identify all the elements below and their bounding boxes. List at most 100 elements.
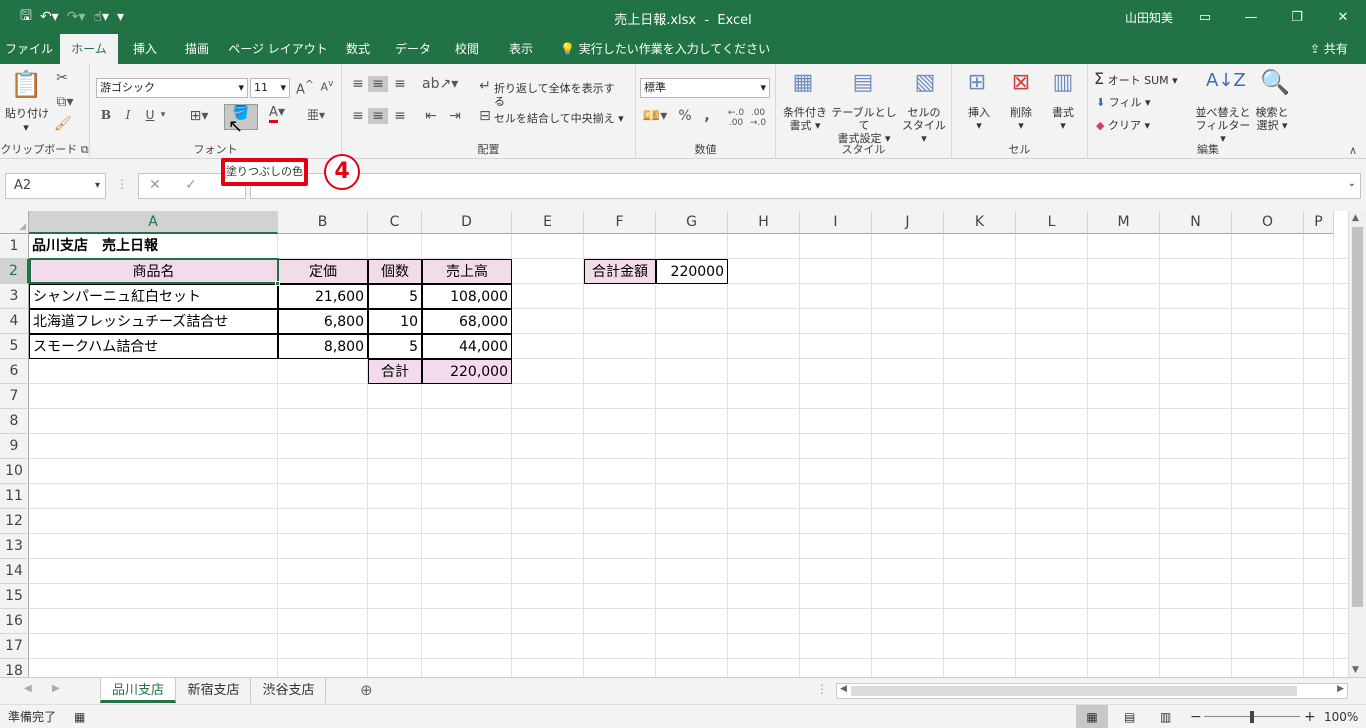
increase-decimal-icon[interactable]: ←.0.00 — [726, 108, 746, 128]
align-right-icon[interactable]: ≡ — [390, 108, 410, 124]
font-size-select[interactable]: 11 ▾ — [250, 78, 290, 98]
tab-view[interactable]: 表示 — [498, 34, 544, 64]
tab-split-grip-icon[interactable]: ⋮ — [816, 682, 828, 696]
row-header-12[interactable]: 12 — [0, 509, 29, 534]
row-header-15[interactable]: 15 — [0, 584, 29, 609]
tab-data[interactable]: データ — [388, 34, 438, 64]
tab-home[interactable]: ホーム — [60, 34, 118, 64]
column-header-n[interactable]: N — [1160, 211, 1232, 234]
bold-button[interactable]: B — [98, 108, 114, 122]
row-header-8[interactable]: 8 — [0, 409, 29, 434]
row-header-6[interactable]: 6 — [0, 359, 29, 384]
cell-styles-button[interactable]: セルの スタイル ▾ — [898, 106, 950, 145]
column-header-h[interactable]: H — [728, 211, 800, 234]
column-header-g[interactable]: G — [656, 211, 728, 234]
decrease-font-icon[interactable]: Av — [317, 78, 337, 94]
user-name[interactable]: 山田知美 — [1125, 9, 1173, 26]
align-center-icon[interactable]: ≡ — [368, 108, 388, 124]
page-break-view-icon[interactable]: ▥ — [1160, 705, 1171, 728]
column-header-i[interactable]: I — [800, 211, 872, 234]
sort-filter-button[interactable]: 並べ替えと フィルター ▾ — [1192, 106, 1254, 145]
find-select-button[interactable]: 検索と 選択 ▾ — [1252, 106, 1292, 132]
enter-icon[interactable]: ✓ — [185, 177, 197, 193]
next-sheet-icon[interactable]: ▶ — [52, 683, 60, 694]
cell-f2[interactable]: 合計金額 — [584, 259, 656, 284]
h-scroll-thumb[interactable] — [851, 686, 1297, 696]
row-header-18[interactable]: 18 — [0, 659, 29, 677]
cell-a1[interactable]: 品川支店 売上日報 — [29, 234, 278, 259]
cell-a4[interactable]: 北海道フレッシュチーズ詰合せ — [29, 309, 278, 334]
increase-font-icon[interactable]: A^ — [295, 78, 315, 97]
format-painter-icon[interactable]: 🖌 — [54, 116, 72, 132]
tell-me-box[interactable]: 💡 実行したい作業を入力してください — [560, 34, 770, 64]
accounting-format-icon[interactable]: 💴▾ — [640, 108, 670, 124]
conditional-format-button[interactable]: 条件付き 書式 ▾ — [778, 106, 832, 132]
cell-c4[interactable]: 10 — [368, 309, 422, 334]
sheet-tab-shibuya[interactable]: 渋谷支店 — [252, 678, 326, 703]
sheet-tab-shinjuku[interactable]: 新宿支店 — [177, 678, 251, 703]
row-header-10[interactable]: 10 — [0, 459, 29, 484]
copy-icon[interactable]: ⧉▾ — [54, 94, 76, 110]
align-bottom-icon[interactable]: ≡ — [390, 76, 410, 92]
column-header-a[interactable]: A — [29, 211, 278, 234]
cell-c2[interactable]: 個数 — [368, 259, 422, 284]
normal-view-icon[interactable]: ▦ — [1076, 705, 1108, 728]
row-header-7[interactable]: 7 — [0, 384, 29, 409]
cell-g2[interactable]: 220000 — [656, 259, 728, 284]
restore-icon[interactable]: ❐ — [1274, 0, 1320, 34]
insert-cells-button[interactable]: 挿入 ▾ — [962, 106, 996, 132]
vertical-scrollbar[interactable]: ▲ ▼ — [1348, 211, 1366, 677]
cell-d4[interactable]: 68,000 — [422, 309, 512, 334]
cell-c3[interactable]: 5 — [368, 284, 422, 309]
percent-button[interactable]: % — [676, 108, 694, 124]
cell-d2[interactable]: 売上高 — [422, 259, 512, 284]
clear-button[interactable]: ◆ クリア ▾ — [1096, 119, 1176, 132]
horizontal-scrollbar[interactable]: ◀ ▶ — [836, 683, 1348, 699]
merge-icon[interactable]: ⊟ — [476, 108, 494, 124]
increase-indent-icon[interactable]: ⇥ — [444, 108, 466, 124]
cut-icon[interactable]: ✂ — [54, 70, 70, 86]
delete-cells-button[interactable]: 削除 ▾ — [1004, 106, 1038, 132]
scroll-right-icon[interactable]: ▶ — [1337, 684, 1344, 694]
row-header-9[interactable]: 9 — [0, 434, 29, 459]
comma-button[interactable]: , — [698, 108, 716, 124]
zoom-slider-thumb[interactable] — [1250, 711, 1254, 723]
row-header-2[interactable]: 2 — [0, 259, 29, 284]
tab-formulas[interactable]: 数式 — [336, 34, 380, 64]
cell-b3[interactable]: 21,600 — [278, 284, 368, 309]
row-header-3[interactable]: 3 — [0, 284, 29, 309]
wrap-text-button[interactable]: 折り返して全体を表示する — [494, 82, 624, 108]
sheet-tab-shinagawa[interactable]: 品川支店 — [100, 678, 176, 703]
cell-d3[interactable]: 108,000 — [422, 284, 512, 309]
tab-file[interactable]: ファイル — [0, 34, 58, 64]
select-all-button[interactable]: ◢ — [0, 211, 29, 234]
cell-d5[interactable]: 44,000 — [422, 334, 512, 359]
tab-page-layout[interactable]: ページ レイアウト — [226, 34, 330, 64]
tab-draw[interactable]: 描画 — [174, 34, 220, 64]
scroll-left-icon[interactable]: ◀ — [840, 684, 847, 694]
cell-b4[interactable]: 6,800 — [278, 309, 368, 334]
collapse-ribbon-icon[interactable]: ∧ — [1346, 144, 1360, 157]
italic-button[interactable]: I — [120, 108, 136, 122]
paste-button[interactable]: 貼り付け — [2, 107, 52, 120]
font-name-select[interactable]: 游ゴシック ▾ — [96, 78, 248, 98]
cancel-icon[interactable]: ✕ — [149, 177, 161, 193]
name-box[interactable]: A2 ▾ — [5, 173, 106, 199]
column-header-f[interactable]: F — [584, 211, 656, 234]
ribbon-display-icon[interactable]: ▭ — [1182, 0, 1228, 34]
column-header-e[interactable]: E — [512, 211, 584, 234]
cell-a3[interactable]: シャンパーニュ紅白セット — [29, 284, 278, 309]
row-header-11[interactable]: 11 — [0, 484, 29, 509]
add-sheet-icon[interactable]: ⊕ — [360, 681, 373, 699]
scroll-thumb[interactable] — [1352, 227, 1363, 607]
row-header-4[interactable]: 4 — [0, 309, 29, 334]
share-button[interactable]: ⇪ 共有 — [1310, 34, 1348, 64]
row-header-5[interactable]: 5 — [0, 334, 29, 359]
column-header-k[interactable]: K — [944, 211, 1016, 234]
worksheet-grid[interactable]: ◢ A B C D E F G H I J K L M N O P 1 2 3 4 5 6 7 8 9 10 11 12 13 14 15 1… — [0, 211, 1348, 677]
row-header-1[interactable]: 1 — [0, 234, 29, 259]
zoom-in-icon[interactable]: + — [1304, 705, 1316, 728]
row-header-13[interactable]: 13 — [0, 534, 29, 559]
prev-sheet-icon[interactable]: ◀ — [24, 683, 32, 694]
zoom-out-icon[interactable]: − — [1190, 705, 1202, 728]
